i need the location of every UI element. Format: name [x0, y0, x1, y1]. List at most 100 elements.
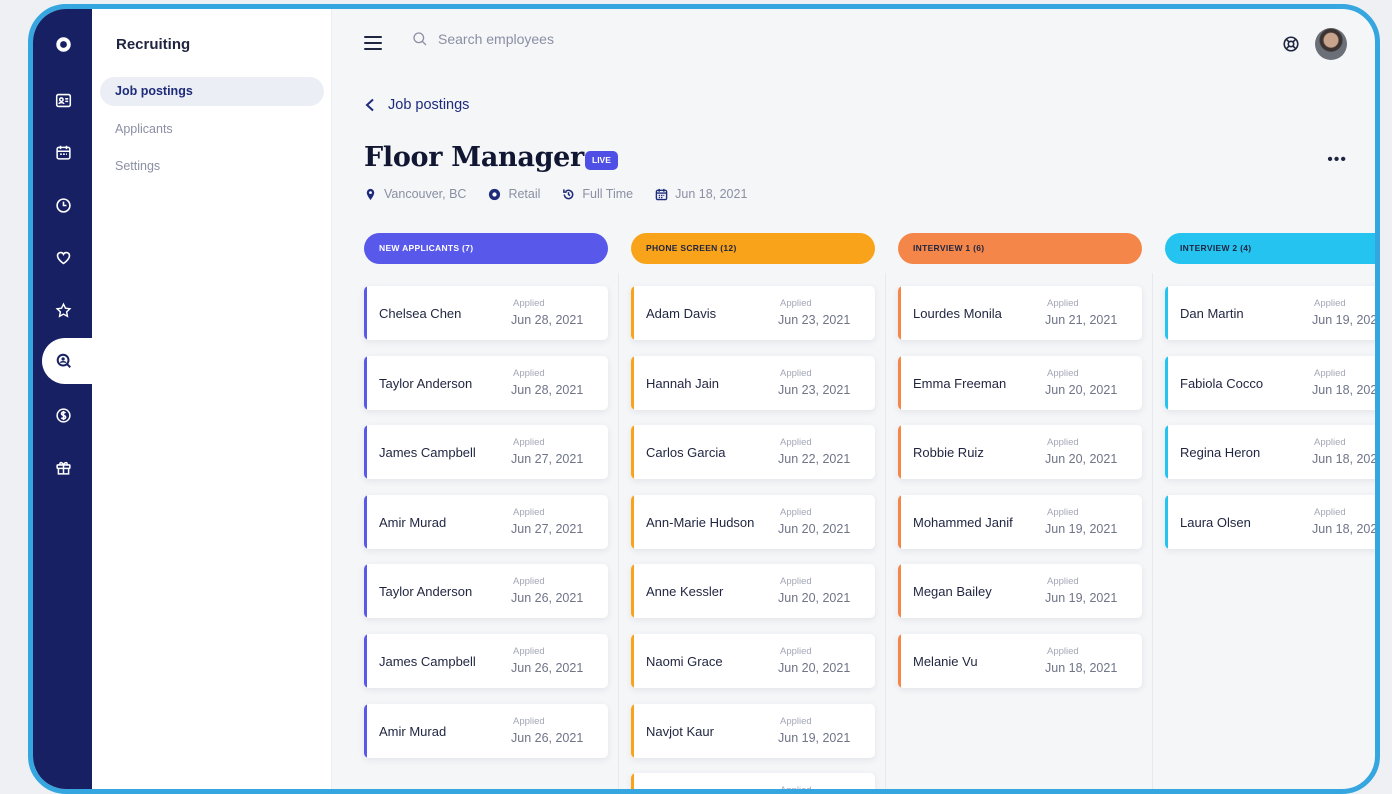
applied-date: Jun 18, 2021: [1312, 452, 1380, 466]
gift-icon[interactable]: [46, 450, 80, 484]
pipeline-column: PHONE SCREEN (12) Adam Davis Applied Jun 23…: [631, 233, 875, 789]
clock-icon[interactable]: [46, 188, 80, 222]
column-divider: [618, 273, 619, 789]
applied-label: Applied: [1047, 437, 1079, 448]
applicant-card[interactable]: Dan Martin Applied Jun 19, 2021: [1165, 286, 1375, 340]
card-accent-bar: [364, 425, 367, 479]
applicant-card[interactable]: Taylor Anderson Applied Jun 28, 2021: [364, 356, 608, 410]
applicant-name: Hannah Jain: [646, 376, 719, 391]
applicant-card[interactable]: Navjot Kaur Applied Jun 19, 2021: [631, 704, 875, 758]
applied-label: Applied: [780, 576, 812, 587]
applicant-card[interactable]: Naomi Grace Applied Jun 20, 2021: [631, 634, 875, 688]
applicant-card[interactable]: Fabiola Cocco Applied Jun 18, 2021: [1165, 356, 1375, 410]
applicant-name: Mohammed Janif: [913, 515, 1013, 530]
hamburger-menu-icon[interactable]: [364, 36, 382, 50]
applicant-card[interactable]: Carlos Garcia Applied Jun 22, 2021: [631, 425, 875, 479]
department-icon: [489, 188, 501, 200]
heart-icon[interactable]: [46, 240, 80, 274]
applicant-card[interactable]: James Campbell Applied Jun 27, 2021: [364, 425, 608, 479]
applied-label: Applied: [513, 298, 545, 309]
applied-label: Applied: [1314, 437, 1346, 448]
applied-date: Jun 23, 2021: [778, 313, 851, 327]
applicant-card[interactable]: Robbie Ruiz Applied Jun 20, 2021: [898, 425, 1142, 479]
applicant-card[interactable]: Regina Heron Applied Jun 18, 2021: [1165, 425, 1380, 479]
help-icon[interactable]: [1282, 35, 1300, 53]
column-header[interactable]: PHONE SCREEN (12): [631, 233, 875, 264]
applied-label: Applied: [1314, 368, 1346, 379]
applicant-name: Taylor Anderson: [379, 584, 473, 599]
applicant-card[interactable]: Taylor Anderson Applied Jun 26, 2021: [364, 564, 608, 618]
applicant-name: James Campbell: [379, 445, 476, 460]
card-accent-bar: [898, 356, 901, 410]
applicant-name: Ann-Marie Hudson: [646, 515, 755, 530]
more-options-icon[interactable]: •••: [1327, 151, 1347, 169]
applied-label: Applied: [1047, 298, 1079, 309]
applicant-card[interactable]: Chelsea Chen Applied Jun 28, 2021: [364, 286, 608, 340]
column-header[interactable]: INTERVIEW 1 (6): [898, 233, 1142, 264]
applied-label: Applied: [780, 437, 812, 448]
applicant-name: Taylor Anderson: [379, 376, 473, 391]
column-header[interactable]: NEW APPLICANTS (7): [364, 233, 608, 264]
applicant-card[interactable]: Megan Bailey Applied Jun 19, 2021: [898, 564, 1142, 618]
applicant-name: Fabiola Cocco: [1180, 376, 1264, 391]
search-bar[interactable]: Search employees: [412, 31, 554, 47]
applied-label: Applied: [780, 646, 812, 657]
user-avatar[interactable]: [1315, 28, 1347, 60]
applicant-card[interactable]: Ann-Marie Hudson Applied Jun 20, 2021: [631, 495, 875, 549]
applied-date: Jun 20, 2021: [778, 661, 851, 675]
column-divider: [885, 273, 886, 789]
calendar-small-icon: [655, 188, 668, 200]
card-accent-bar: [1165, 286, 1168, 340]
applied-label: Applied: [513, 646, 545, 657]
applied-label: Applied: [780, 507, 812, 518]
applied-date: Jun 23, 2021: [778, 383, 851, 397]
applicant-card[interactable]: Amir Murad Applied Jun 27, 2021: [364, 495, 608, 549]
applicant-name: Anne Kessler: [646, 584, 724, 599]
applied-label: Applied: [1314, 298, 1346, 309]
search-icon: [413, 32, 427, 46]
applicant-card[interactable]: Lourdes Monila Applied Jun 21, 2021: [898, 286, 1142, 340]
card-accent-bar: [898, 564, 901, 618]
applicant-card[interactable]: Hannah Jain Applied Jun 23, 2021: [631, 356, 875, 410]
applicant-card[interactable]: Melanie Vu Applied Jun 18, 2021: [898, 634, 1142, 688]
status-badge: LIVE: [585, 151, 618, 170]
sidebar-item-applicants[interactable]: Applicants: [100, 115, 324, 144]
sidebar-item-job-postings[interactable]: Job postings: [100, 77, 324, 106]
breadcrumb-back[interactable]: Job postings: [364, 97, 469, 113]
card-accent-bar: [631, 564, 634, 618]
star-icon[interactable]: [46, 293, 80, 327]
logo-icon[interactable]: [46, 27, 80, 61]
applicant-card[interactable]: James Campbell Applied Jun 26, 2021: [364, 634, 608, 688]
recruiting-icon[interactable]: [48, 345, 80, 377]
card-accent-bar: [1165, 425, 1168, 479]
applied-date: Jun 18, 2021: [1312, 522, 1380, 536]
applied-label: Applied: [780, 785, 812, 794]
rail-active-tab: [42, 338, 97, 384]
dollar-icon[interactable]: [46, 398, 80, 432]
pipeline-column: INTERVIEW 2 (4) Dan Martin Applied Jun 19, …: [1165, 233, 1375, 549]
applicant-card[interactable]: Amir Murad Applied Jun 26, 2021: [364, 704, 608, 758]
applicant-card[interactable]: Laura Olsen Applied Jun 18, 2021: [1165, 495, 1380, 549]
applicant-card[interactable]: Emma Freeman Applied Jun 20, 2021: [898, 356, 1142, 410]
applied-date: Jun 26, 2021: [511, 731, 584, 745]
sidebar-item-settings[interactable]: Settings: [100, 152, 324, 181]
applicant-name: Adam Davis: [646, 306, 717, 321]
app-window: Recruiting Job postings Applicants Setti…: [28, 4, 1380, 794]
applicant-name: Amir Murad: [379, 515, 447, 530]
card-accent-bar: [631, 425, 634, 479]
applied-date: Jun 26, 2021: [511, 661, 584, 675]
applicant-card[interactable]: Applied: [631, 773, 875, 794]
applicant-card[interactable]: Adam Davis Applied Jun 23, 2021: [631, 286, 875, 340]
applicant-card[interactable]: Anne Kessler Applied Jun 20, 2021: [631, 564, 875, 618]
applicant-card[interactable]: Mohammed Janif Applied Jun 19, 2021: [898, 495, 1142, 549]
id-card-icon[interactable]: [46, 83, 80, 117]
applicant-name: Naomi Grace: [646, 654, 723, 669]
applied-label: Applied: [1047, 646, 1079, 657]
applied-date: Jun 27, 2021: [511, 522, 584, 536]
search-input[interactable]: Search employees: [438, 31, 554, 47]
pipeline-column: NEW APPLICANTS (7) Chelsea Chen Applied Jun…: [364, 233, 608, 758]
column-header[interactable]: INTERVIEW 2 (4): [1165, 233, 1375, 264]
calendar-icon[interactable]: [46, 135, 80, 169]
applied-date: Jun 28, 2021: [511, 383, 584, 397]
card-accent-bar: [631, 286, 634, 340]
